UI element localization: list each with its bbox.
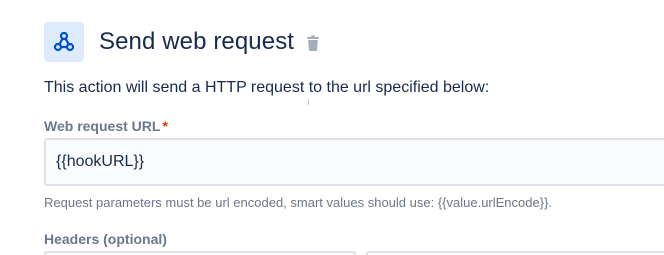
web-request-url-input[interactable]: {{hookURL}}: [44, 138, 664, 186]
webhook-icon: [44, 22, 84, 62]
url-helper-text: Request parameters must be url encoded, …: [44, 195, 553, 210]
page-title: Send web request: [99, 28, 295, 55]
send-web-request-panel: Send web request This action will send a…: [0, 0, 664, 255]
url-field-label: Web request URL *: [44, 118, 168, 134]
url-label-text: Web request URL: [44, 118, 161, 134]
url-input-value: {{hookURL}}: [56, 153, 145, 170]
action-description: This action will send a HTTP request to …: [44, 79, 490, 96]
header-name-input[interactable]: [44, 251, 356, 255]
required-marker: *: [162, 118, 168, 134]
headers-field-label: Headers (optional): [44, 231, 167, 247]
header-value-input[interactable]: [366, 251, 664, 255]
trash-icon[interactable]: [306, 35, 320, 51]
text-cursor: [308, 99, 309, 105]
action-header: Send web request: [44, 22, 320, 62]
